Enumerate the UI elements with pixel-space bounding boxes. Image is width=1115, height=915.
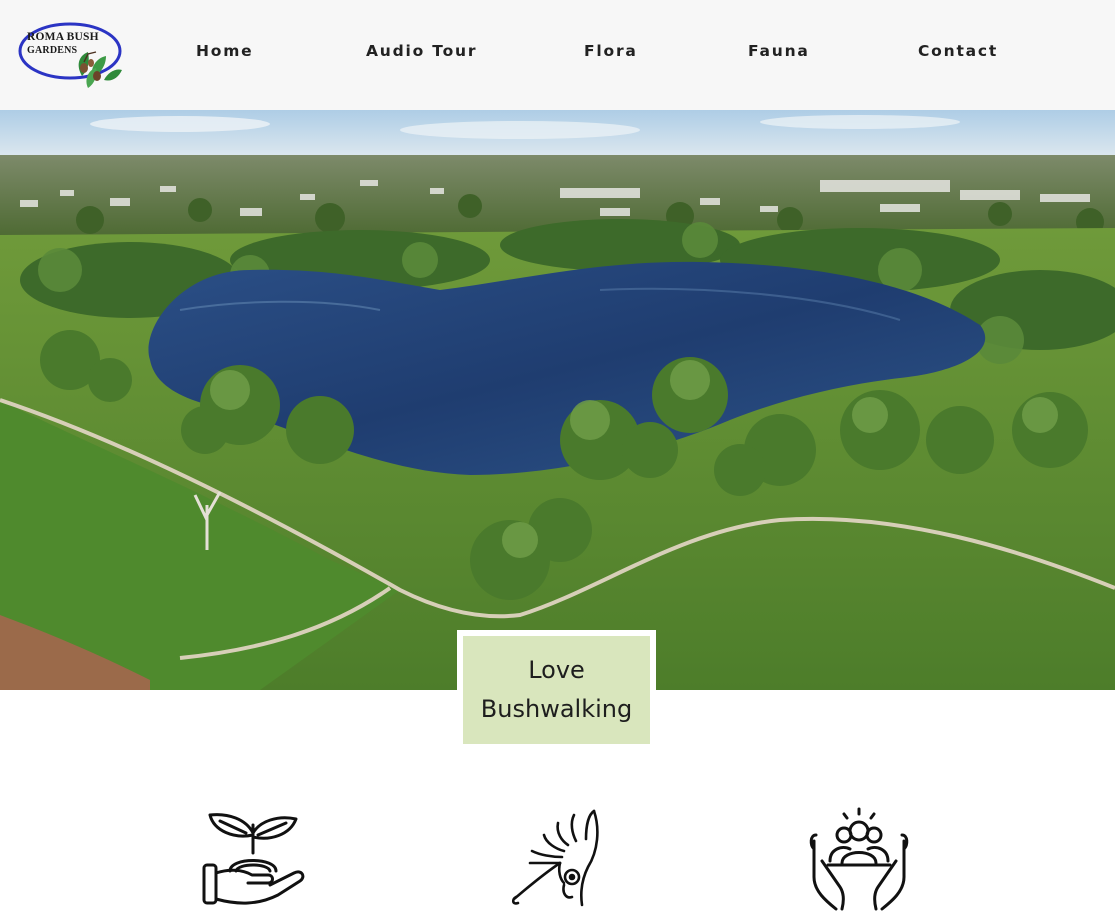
hero-caption-frame: Love Bushwalking — [457, 630, 656, 750]
plant-in-hand-icon[interactable] — [198, 805, 308, 915]
nav-home[interactable]: Home — [196, 42, 253, 60]
nav-audio-tour[interactable]: Audio Tour — [366, 42, 477, 60]
logo-text-line2: GARDENS — [27, 45, 78, 56]
hero-landscape-illustration — [0, 110, 1115, 690]
site-logo[interactable]: ROMA BUSH GARDENS — [18, 18, 126, 94]
page: ROMA BUSH GARDENS Home Audio Tour Flora … — [0, 0, 1115, 915]
nav-flora[interactable]: Flora — [584, 42, 638, 60]
logo-graphic — [18, 22, 122, 88]
community-in-hands-icon[interactable] — [806, 805, 916, 915]
nav-fauna[interactable]: Fauna — [748, 42, 810, 60]
hero-image — [0, 110, 1115, 690]
cockatoo-icon[interactable] — [502, 805, 612, 915]
hero-caption-text: Love Bushwalking — [480, 656, 633, 723]
site-header: ROMA BUSH GARDENS Home Audio Tour Flora … — [0, 0, 1115, 110]
nav-contact[interactable]: Contact — [918, 42, 998, 60]
logo-text-line1: ROMA BUSH — [27, 31, 99, 43]
hero-caption: Love Bushwalking — [463, 636, 650, 744]
